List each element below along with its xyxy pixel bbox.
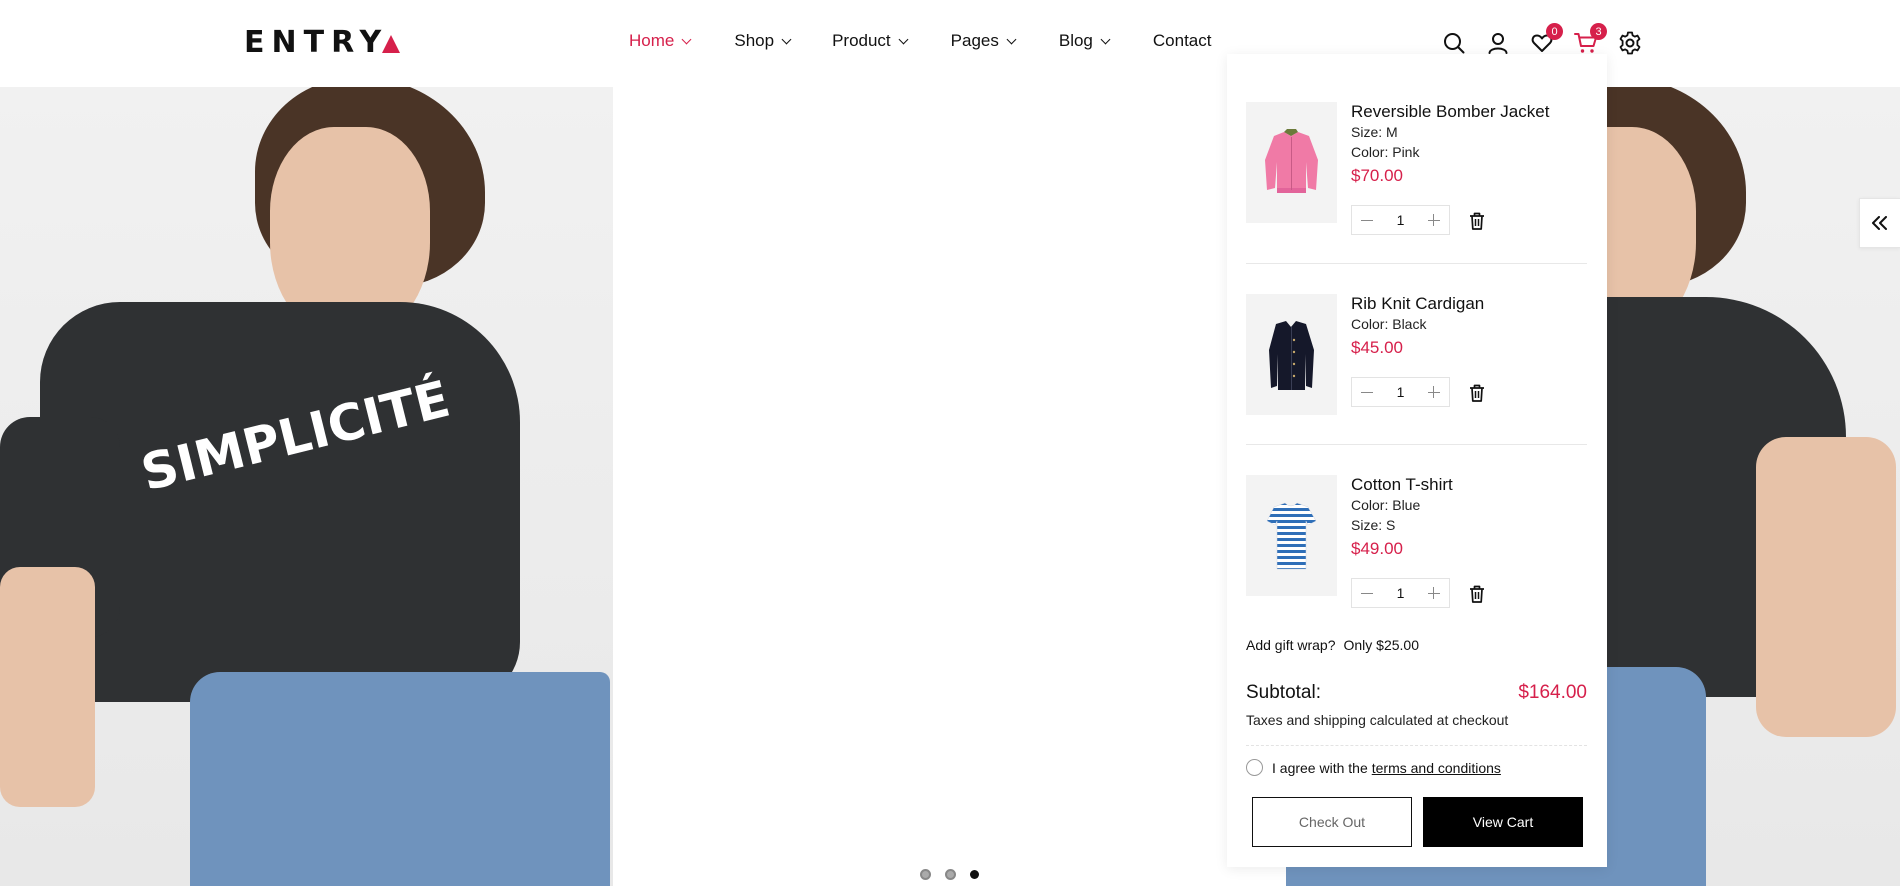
gift-wrap-price: Only $25.00 (1343, 637, 1420, 653)
nav-label: Product (832, 31, 891, 50)
side-panel-toggle[interactable] (1859, 198, 1900, 248)
view-cart-button[interactable]: View Cart (1423, 797, 1583, 847)
quantity-stepper: 1 (1351, 578, 1450, 608)
cart-item-price: $70.00 (1351, 166, 1403, 185)
slider-dot-active[interactable] (970, 870, 979, 879)
cart-item-price: $45.00 (1351, 338, 1403, 357)
hero-center-panel (613, 87, 1286, 886)
pink-bomber-jacket-icon (1265, 129, 1318, 193)
product-thumbnail[interactable] (1246, 475, 1337, 596)
subtotal-row: Subtotal: $164.00 (1246, 682, 1587, 704)
nav-item-shop[interactable]: Shop (734, 31, 792, 51)
brand-logo[interactable]: ENTRY (244, 25, 401, 60)
account-button[interactable] (1485, 30, 1511, 56)
taxes-note: Taxes and shipping calculated at checkou… (1246, 712, 1509, 728)
gear-icon (1619, 31, 1641, 55)
cart-item-name[interactable]: Rib Knit Cardigan (1351, 294, 1484, 314)
nav-label: Shop (734, 31, 775, 50)
mini-cart-dropdown: Reversible Bomber Jacket Size: M Color: … (1227, 54, 1607, 867)
site-header: ENTRY Home Shop Product Pages Blog Conta… (0, 0, 1900, 87)
nav-label: Pages (950, 31, 999, 50)
terms-agreement: I agree with the terms and conditions (1246, 759, 1501, 776)
terms-link[interactable]: terms and conditions (1372, 760, 1501, 776)
hero-slider: SIMPLICITÉ SIMPLICITÉ (0, 87, 1900, 886)
chevron-down-icon (1100, 34, 1111, 44)
product-thumbnail[interactable] (1246, 102, 1337, 223)
cart-item-info: Rib Knit Cardigan Color: Black $45.00 (1351, 294, 1484, 359)
slider-dot[interactable] (920, 869, 931, 880)
cart-item-attr: Color: Blue (1351, 497, 1421, 513)
cart-item-price: $49.00 (1351, 539, 1403, 558)
product-thumbnail[interactable] (1246, 294, 1337, 415)
trash-icon[interactable] (1469, 585, 1485, 603)
quantity-stepper: 1 (1351, 377, 1450, 407)
wishlist-count-badge: 0 (1546, 23, 1563, 40)
double-chevron-left-icon (1872, 216, 1887, 230)
logo-text: ENTRY (244, 25, 389, 60)
logo-triangle-icon (382, 35, 401, 53)
trash-icon[interactable] (1469, 212, 1485, 230)
gift-wrap-link[interactable]: Add gift wrap? (1246, 637, 1336, 653)
settings-button[interactable] (1617, 30, 1643, 56)
slider-dot[interactable] (945, 869, 956, 880)
cart-divider (1246, 263, 1587, 264)
nav-item-product[interactable]: Product (832, 31, 909, 51)
nav-item-contact[interactable]: Contact (1153, 31, 1212, 51)
increase-qty-button[interactable] (1427, 214, 1440, 226)
quantity-value[interactable]: 1 (1397, 212, 1405, 228)
black-cardigan-icon (1269, 321, 1314, 390)
cart-divider (1246, 745, 1587, 746)
hero-image-left: SIMPLICITÉ (0, 87, 613, 886)
chevron-down-icon (781, 34, 792, 44)
checkout-button[interactable]: Check Out (1252, 797, 1412, 847)
decrease-qty-button[interactable] (1361, 214, 1373, 226)
slider-pagination (920, 869, 979, 880)
agree-text: I agree with the (1272, 759, 1368, 776)
chevron-down-icon (681, 34, 692, 44)
wishlist-button[interactable]: 0 (1529, 23, 1563, 56)
nav-item-home[interactable]: Home (629, 31, 692, 51)
search-button[interactable] (1441, 30, 1467, 56)
main-nav: Home Shop Product Pages Blog Contact (629, 31, 1211, 51)
user-icon (1488, 33, 1508, 54)
quantity-value[interactable]: 1 (1397, 384, 1405, 400)
cart-item-attr: Size: S (1351, 517, 1396, 533)
cart-item-info: Cotton T-shirt Color: Blue Size: S $49.0… (1351, 475, 1453, 560)
nav-label: Contact (1152, 31, 1212, 50)
quantity-stepper: 1 (1351, 205, 1450, 235)
chevron-down-icon (898, 34, 909, 44)
cart-divider (1246, 444, 1587, 445)
nav-item-blog[interactable]: Blog (1058, 31, 1111, 51)
cart-count-badge: 3 (1590, 23, 1607, 40)
search-icon (1444, 33, 1465, 54)
chevron-down-icon (1006, 34, 1017, 44)
header-actions: 0 3 (1441, 23, 1643, 56)
cart-item-name[interactable]: Cotton T-shirt (1351, 475, 1453, 495)
cart-item-attr: Color: Pink (1351, 144, 1420, 160)
gift-wrap-row: Add gift wrap? Only $25.00 (1246, 637, 1419, 653)
decrease-qty-button[interactable] (1361, 386, 1373, 398)
increase-qty-button[interactable] (1427, 386, 1440, 398)
nav-label: Home (629, 31, 675, 50)
cart-item-attr: Size: M (1351, 124, 1398, 140)
cart-button[interactable]: 3 (1573, 23, 1607, 56)
decrease-qty-button[interactable] (1361, 587, 1373, 599)
nav-label: Blog (1058, 31, 1093, 50)
cart-item-info: Reversible Bomber Jacket Size: M Color: … (1351, 102, 1549, 187)
increase-qty-button[interactable] (1427, 587, 1440, 599)
terms-checkbox[interactable] (1246, 759, 1263, 776)
quantity-value[interactable]: 1 (1397, 585, 1405, 601)
cart-item-attr: Color: Black (1351, 316, 1427, 332)
subtotal-amount: $164.00 (1518, 682, 1587, 703)
trash-icon[interactable] (1469, 384, 1485, 402)
cart-item-name[interactable]: Reversible Bomber Jacket (1351, 102, 1549, 122)
nav-item-pages[interactable]: Pages (950, 31, 1017, 51)
striped-tshirt-icon (1266, 502, 1317, 570)
subtotal-label: Subtotal: (1246, 682, 1321, 703)
